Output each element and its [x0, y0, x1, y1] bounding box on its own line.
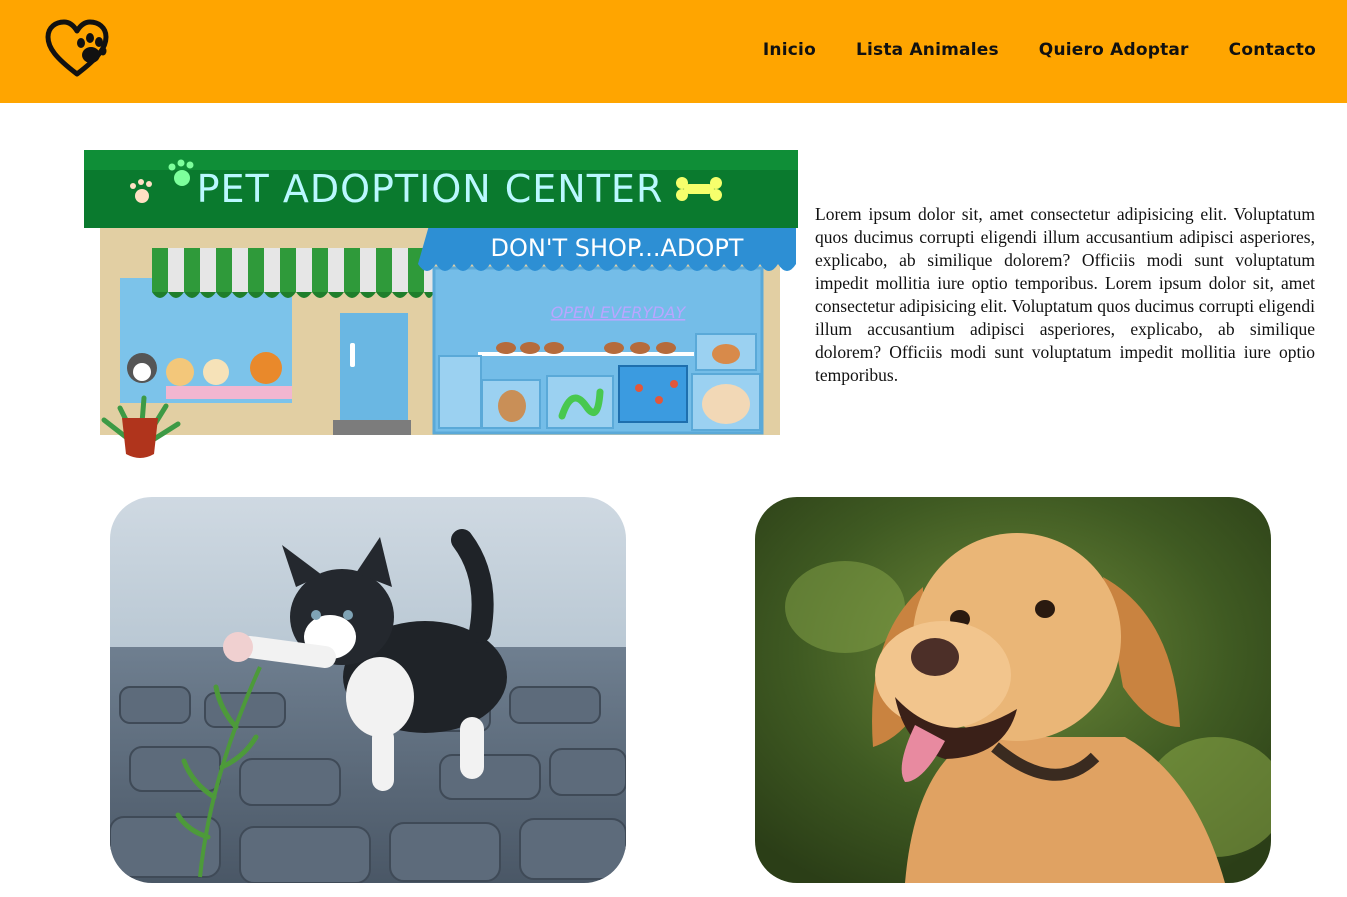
awning-text: DON'T SHOP...ADOPT [491, 234, 744, 262]
site-header: Inicio Lista Animales Quiero Adoptar Con… [0, 0, 1347, 103]
kitten-photo [110, 497, 626, 883]
nav-contacto[interactable]: Contacto [1229, 40, 1316, 60]
sign-text: PET ADOPTION CENTER [197, 167, 664, 211]
heart-paw-icon[interactable] [44, 18, 110, 80]
nav-quiero-adoptar[interactable]: Quiero Adoptar [1039, 40, 1189, 60]
labrador-photo [755, 497, 1271, 883]
nav-inicio[interactable]: Inicio [763, 40, 816, 60]
pet-store-illustration: DON'T SHOP...ADOPT OPEN EVERYDAY PET ADO… [84, 148, 800, 460]
striped-awning [152, 248, 434, 298]
main-nav: Inicio Lista Animales Quiero Adoptar Con… [763, 40, 1316, 60]
hours-text: OPEN EVERYDAY [551, 303, 687, 322]
nav-lista-animales[interactable]: Lista Animales [856, 40, 999, 60]
intro-paragraph: Lorem ipsum dolor sit, amet consectetur … [815, 204, 1315, 385]
